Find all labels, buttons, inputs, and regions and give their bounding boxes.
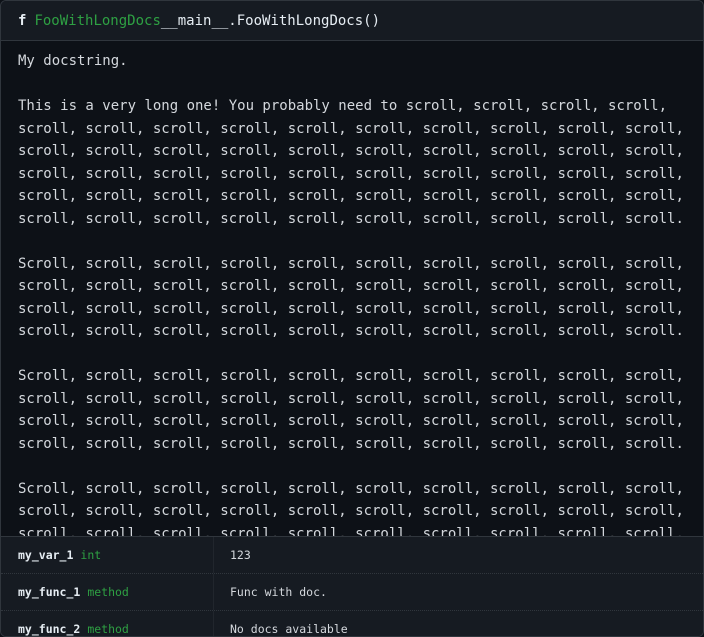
docstring-line: scroll, scroll, scroll, scroll, scroll, … <box>18 165 684 182</box>
docstring-line: scroll, scroll, scroll, scroll, scroll, … <box>18 300 684 317</box>
docstring-line: scroll, scroll, scroll, scroll, scroll, … <box>18 120 684 137</box>
table-row: my_var_1 int 123 <box>1 537 703 574</box>
docstring-line: Scroll, scroll, scroll, scroll, scroll, … <box>18 368 684 384</box>
docstring-line: scroll, scroll, scroll, scroll, scroll, … <box>18 278 684 294</box>
object-inspector: f FooWithLongDocs __main__.FooWithLongDoc… <box>0 0 704 637</box>
docstring-line: scroll, scroll, scroll, scroll, scroll, … <box>18 435 684 452</box>
table-row: my_func_2 method No docs available <box>1 611 703 636</box>
table-row: my_func_1 method Func with doc. <box>1 574 703 611</box>
docstring-line: scroll, scroll, scroll, scroll, scroll, … <box>18 503 684 519</box>
docstring-line: scroll, scroll, scroll, scroll, scroll, … <box>18 525 684 537</box>
members-table: my_var_1 int 123 my_func_1 method Func wit… <box>1 536 703 636</box>
member-doc: No docs available <box>230 622 348 636</box>
docstring-scroll-area[interactable]: My docstring. This is a very long one! Yo… <box>1 41 703 536</box>
docstring-line: This is a very long one! You probably ne… <box>18 98 668 114</box>
docstring-line <box>18 230 686 253</box>
docstring-line: Scroll, scroll, scroll, scroll, scroll, … <box>18 480 684 497</box>
docstring-line: Scroll, scroll, scroll, scroll, scroll, … <box>18 255 684 272</box>
kind-label: f <box>18 12 27 29</box>
member-name: my_func_2 <box>18 622 81 636</box>
object-signature: __main__.FooWithLongDocs() <box>160 12 381 29</box>
object-header: f FooWithLongDocs __main__.FooWithLongDoc… <box>1 1 703 41</box>
docstring-line <box>18 455 686 478</box>
docstring-line: scroll, scroll, scroll, scroll, scroll, … <box>18 323 684 339</box>
member-type: method <box>87 585 129 599</box>
docstring-line: scroll, scroll, scroll, scroll, scroll, … <box>18 210 684 227</box>
member-name: my_var_1 <box>18 548 74 562</box>
docstring-line: scroll, scroll, scroll, scroll, scroll, … <box>18 413 684 429</box>
member-name: my_func_1 <box>18 585 81 599</box>
docstring-line <box>18 343 686 366</box>
docstring-line: scroll, scroll, scroll, scroll, scroll, … <box>18 390 684 407</box>
member-doc: Func with doc. <box>230 585 327 599</box>
object-name: FooWithLongDocs <box>34 12 161 29</box>
member-type: method <box>87 622 129 636</box>
docstring-line: scroll, scroll, scroll, scroll, scroll, … <box>18 188 684 204</box>
member-doc: 123 <box>230 548 251 562</box>
docstring-line: scroll, scroll, scroll, scroll, scroll, … <box>18 143 684 159</box>
member-type: int <box>80 548 102 562</box>
docstring-line <box>18 73 686 96</box>
docstring-line: My docstring. <box>18 53 128 69</box>
